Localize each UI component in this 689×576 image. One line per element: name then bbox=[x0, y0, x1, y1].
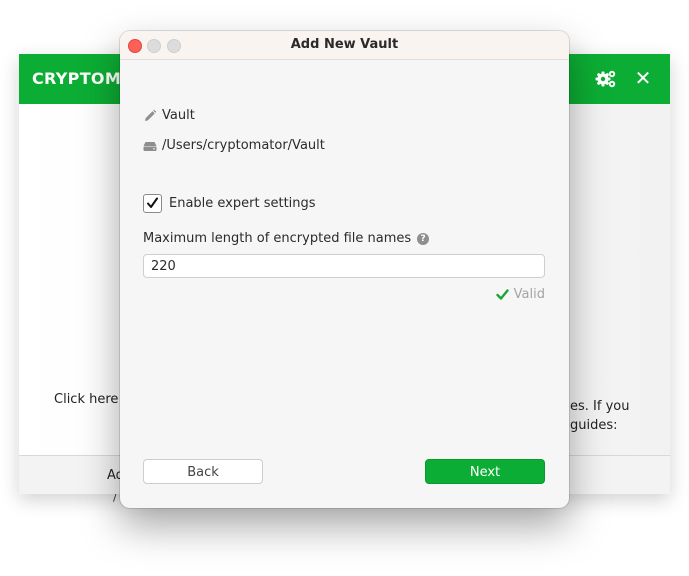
max-filename-length-input[interactable] bbox=[143, 254, 545, 278]
dialog-title: Add New Vault bbox=[290, 37, 399, 52]
gears-icon[interactable] bbox=[595, 69, 617, 89]
back-button[interactable]: Back bbox=[143, 459, 263, 484]
vault-path: /Users/cryptomator/Vault bbox=[162, 138, 325, 153]
dialog-titlebar: Add New Vault bbox=[120, 31, 569, 60]
expert-settings-row[interactable]: Enable expert settings bbox=[143, 194, 316, 213]
checkmark-icon bbox=[495, 289, 509, 300]
close-icon[interactable]: ✕ bbox=[633, 67, 653, 89]
pencil-icon bbox=[143, 109, 157, 123]
expert-settings-checkbox[interactable] bbox=[143, 194, 162, 213]
help-icon[interactable]: ? bbox=[417, 232, 430, 245]
validation-text: Valid bbox=[513, 287, 545, 302]
max-filename-length-label: Maximum length of encrypted file names bbox=[143, 231, 412, 246]
welcome-text-right-line2: guides: bbox=[570, 418, 618, 433]
vault-name-row: Vault bbox=[143, 108, 195, 123]
hard-drive-icon bbox=[143, 139, 157, 153]
vault-path-row: /Users/cryptomator/Vault bbox=[143, 138, 325, 153]
vault-name: Vault bbox=[162, 108, 195, 123]
add-vault-dialog: Add New Vault Vault /Users/cryptomator/V… bbox=[120, 31, 569, 508]
next-button[interactable]: Next bbox=[425, 459, 545, 484]
expert-settings-label[interactable]: Enable expert settings bbox=[169, 196, 316, 211]
welcome-text-right-line1: es. If you bbox=[570, 399, 630, 414]
validation-status: Valid bbox=[495, 287, 545, 302]
max-filename-length-label-row: Maximum length of encrypted file names ? bbox=[143, 231, 430, 246]
